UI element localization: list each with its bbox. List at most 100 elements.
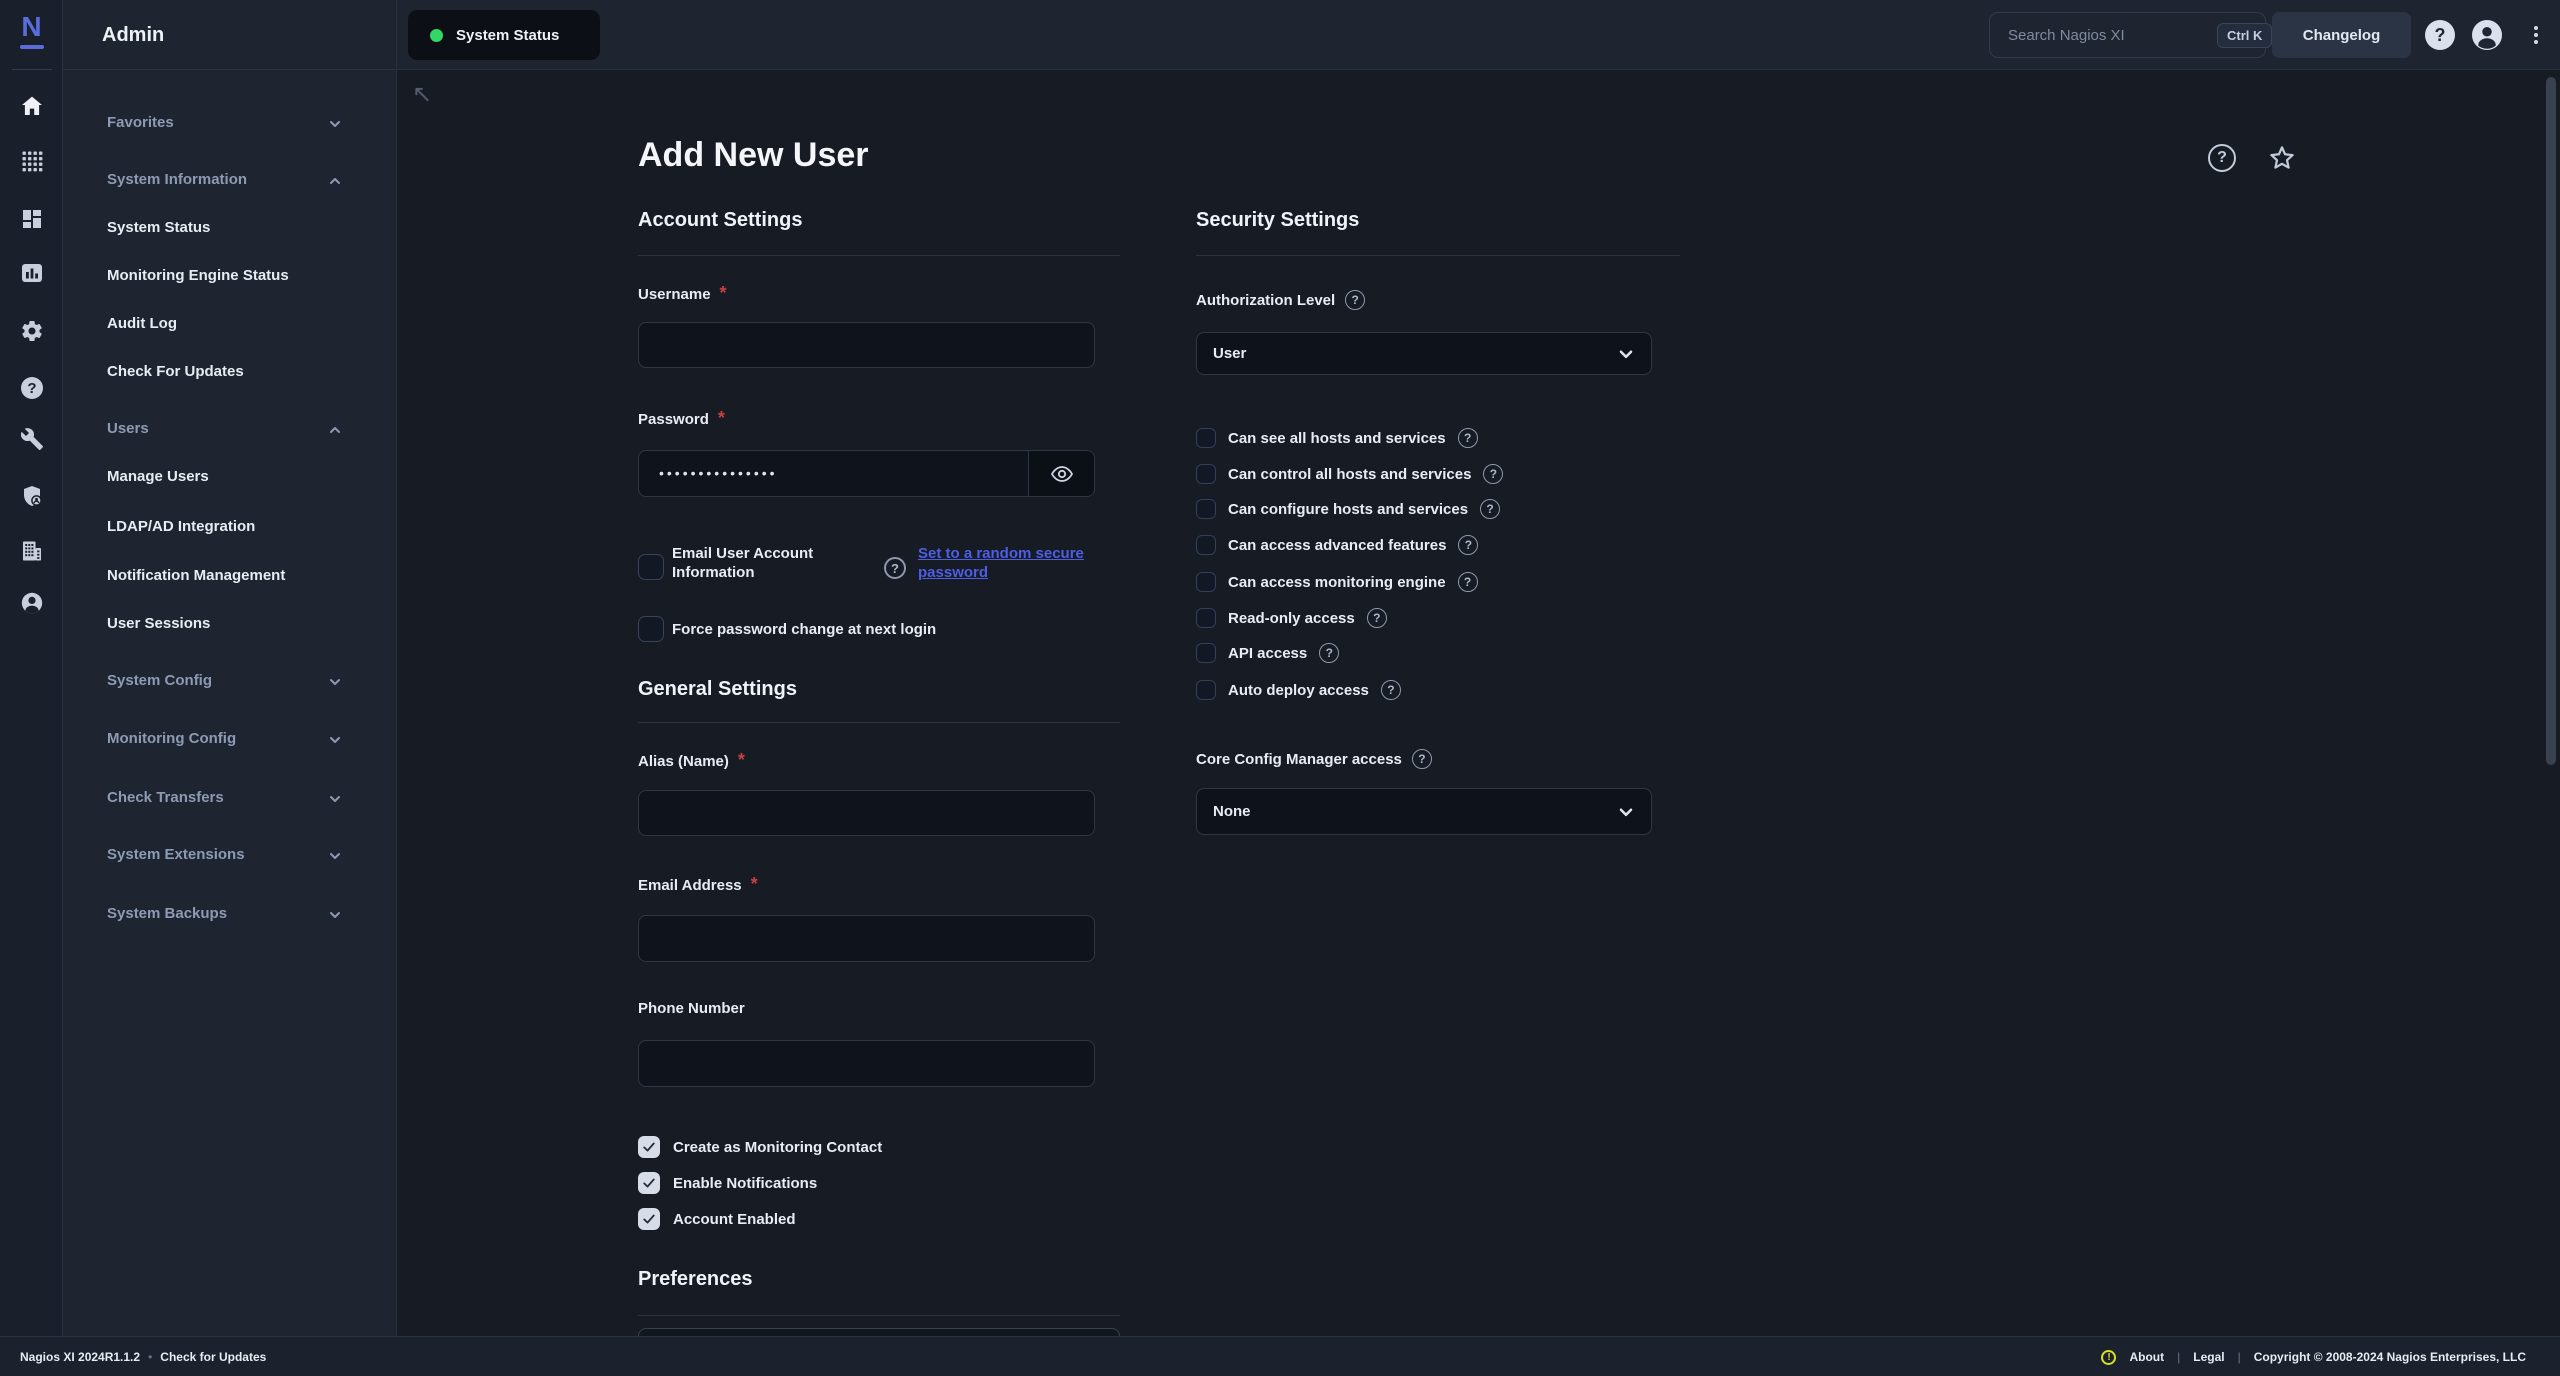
sidebar-item-system-information[interactable]: System Information (63, 169, 397, 193)
help-icon[interactable]: ? (1457, 428, 1478, 448)
authorization-level-label: Authorization Level (1196, 291, 1336, 309)
chevron-down-icon (327, 907, 343, 923)
help-icon[interactable]: ? (884, 557, 906, 579)
username-label: Username * (638, 283, 727, 303)
random-password-link[interactable]: Set to a random secure password (918, 544, 1118, 582)
enable-notifications-checkbox[interactable] (638, 1172, 660, 1194)
email-address-input[interactable] (638, 915, 1095, 962)
help-icon[interactable]: ? (1319, 643, 1340, 663)
help-icon[interactable]: ? (1366, 608, 1387, 628)
chevron-down-icon (327, 848, 343, 864)
help-icon[interactable]: ? (1457, 572, 1478, 592)
page-title: Add New User (638, 136, 869, 174)
can-see-all-checkbox[interactable] (1196, 428, 1216, 448)
auto-deploy-checkbox[interactable] (1196, 680, 1216, 700)
ccm-access-select[interactable]: None (1196, 788, 1652, 835)
sidebar-item-notification-management[interactable]: Notification Management (63, 565, 397, 589)
home-icon[interactable] (19, 93, 45, 119)
global-search: Ctrl K (1989, 12, 2273, 58)
chevron-down-icon (327, 791, 343, 807)
sidebar-item-favorites[interactable]: Favorites (63, 112, 397, 136)
password-label: Password * (638, 408, 725, 428)
apps-grid-icon[interactable] (19, 148, 45, 174)
collapse-arrow-icon[interactable]: ↖ (412, 80, 432, 109)
authorization-level-select[interactable]: User (1196, 332, 1652, 375)
sidebar-item-manage-users[interactable]: Manage Users (63, 466, 397, 490)
reports-chart-icon[interactable] (19, 260, 45, 286)
sidebar-item-check-for-updates[interactable]: Check For Updates (63, 361, 397, 385)
section-divider (638, 1315, 1120, 1316)
scrollbar-thumb[interactable] (2546, 77, 2556, 765)
help-icon[interactable]: ? (2425, 20, 2455, 50)
monitoring-contact-row: Create as Monitoring Contact (638, 1136, 882, 1158)
sidebar-item-audit-log[interactable]: Audit Log (63, 313, 397, 337)
about-link[interactable]: About (2129, 1350, 2164, 1364)
chevron-down-icon (327, 732, 343, 748)
password-input[interactable]: ••••••••••••••• (638, 450, 1095, 497)
sidebar-item-system-backups[interactable]: System Backups (63, 903, 397, 927)
help-icon[interactable]: ? (1483, 464, 1504, 484)
icon-rail: N ? (0, 0, 63, 1336)
advanced-features-checkbox[interactable] (1196, 535, 1216, 555)
sidebar-item-system-extensions[interactable]: System Extensions (63, 844, 397, 868)
check-for-updates-link[interactable]: Check for Updates (160, 1350, 266, 1364)
help-icon[interactable]: ? (1480, 499, 1501, 519)
permission-row: Read-only access ? (1196, 604, 1387, 632)
sidebar-item-system-config[interactable]: System Config (63, 670, 397, 694)
force-password-checkbox[interactable] (638, 616, 664, 642)
page-help-icon[interactable]: ? (2206, 142, 2238, 174)
rail-divider (12, 69, 52, 70)
user-account-icon[interactable] (2472, 20, 2502, 50)
help-icon[interactable]: ? (1458, 535, 1479, 555)
email-address-label: Email Address * (638, 874, 758, 894)
help-icon[interactable]: ? (1380, 680, 1401, 700)
admin-shield-icon[interactable] (19, 483, 45, 509)
alias-input[interactable] (638, 790, 1095, 836)
can-configure-checkbox[interactable] (1196, 499, 1216, 519)
help-icon[interactable]: ? (1345, 290, 1366, 310)
tools-wrench-icon[interactable] (19, 426, 45, 452)
chevron-up-icon (327, 173, 343, 189)
changelog-button[interactable]: Changelog (2272, 12, 2411, 58)
monitoring-contact-checkbox[interactable] (638, 1136, 660, 1158)
favorite-star-icon[interactable] (2266, 142, 2298, 174)
sidebar-item-check-transfers[interactable]: Check Transfers (63, 787, 397, 811)
username-input[interactable] (638, 322, 1095, 368)
sidebar-item-monitoring-engine-status[interactable]: Monitoring Engine Status (63, 265, 397, 289)
ccm-access-label: Core Config Manager access (1196, 750, 1402, 768)
email-user-info-checkbox[interactable] (638, 554, 664, 580)
sidebar-item-system-status[interactable]: System Status (63, 217, 397, 241)
section-divider (638, 255, 1120, 256)
copyright-text: Copyright © 2008-2024 Nagios Enterprises… (2253, 1350, 2526, 1364)
app-window: N ? Admin Favorites System Information S… (0, 0, 2560, 1376)
settings-gear-icon[interactable] (19, 318, 45, 344)
sidebar-item-ldap-ad-integration[interactable]: LDAP/AD Integration (63, 516, 397, 540)
account-user-icon[interactable] (19, 590, 45, 616)
phone-number-input[interactable] (638, 1040, 1095, 1087)
email-user-info-label: Email User Account Information (672, 545, 814, 581)
kebab-menu-icon[interactable] (2530, 21, 2542, 49)
show-password-eye-icon[interactable] (1028, 451, 1094, 496)
general-settings-heading: General Settings (638, 678, 797, 700)
required-asterisk: * (717, 408, 725, 428)
nagios-logo[interactable]: N (0, 10, 63, 58)
help-icon[interactable]: ? (1411, 749, 1432, 769)
authorization-level-row: Authorization Level ? (1196, 290, 1366, 310)
account-enabled-checkbox[interactable] (638, 1208, 660, 1230)
help-icon[interactable]: ? (19, 375, 45, 401)
tab-system-status[interactable]: System Status (408, 10, 600, 60)
can-control-all-checkbox[interactable] (1196, 464, 1216, 484)
required-asterisk: * (719, 283, 727, 303)
dashboards-icon[interactable] (19, 206, 45, 232)
legal-link[interactable]: Legal (2193, 1350, 2224, 1364)
api-access-checkbox[interactable] (1196, 643, 1216, 663)
enterprise-building-icon[interactable] (19, 538, 45, 564)
footer: Nagios XI 2024R1.1.2 • Check for Updates… (0, 1336, 2560, 1376)
search-input[interactable] (1990, 26, 2217, 44)
monitoring-engine-checkbox[interactable] (1196, 572, 1216, 592)
sidebar-item-users[interactable]: Users (63, 418, 397, 442)
sidebar-item-user-sessions[interactable]: User Sessions (63, 613, 397, 637)
read-only-checkbox[interactable] (1196, 608, 1216, 628)
sidebar-item-monitoring-config[interactable]: Monitoring Config (63, 728, 397, 752)
alert-icon[interactable]: ! (2101, 1349, 2117, 1365)
